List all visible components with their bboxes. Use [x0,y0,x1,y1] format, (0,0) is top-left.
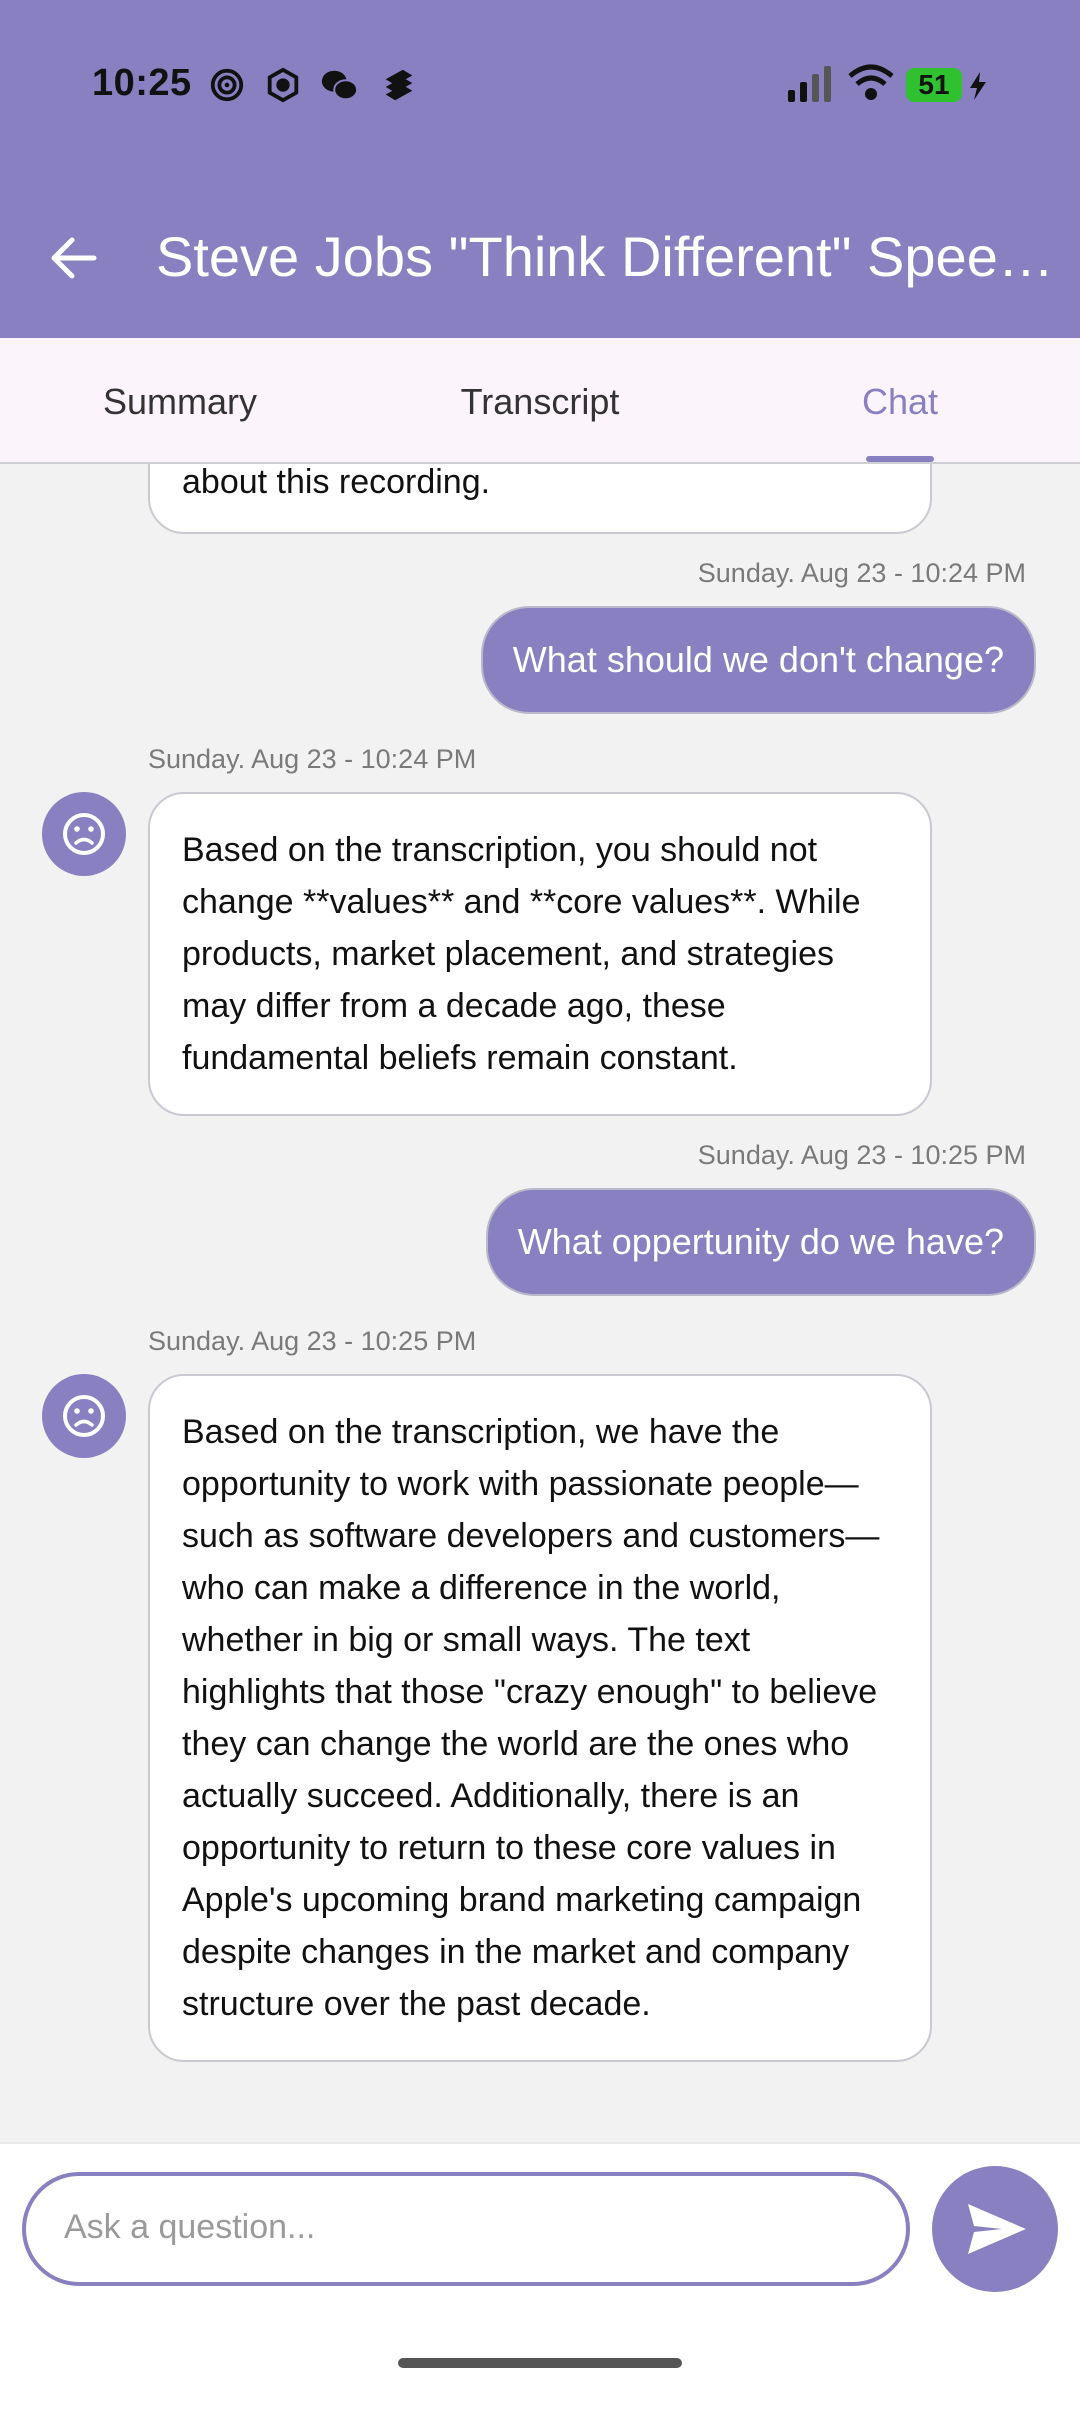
message-timestamp: Sunday. Aug 23 - 10:24 PM [148,744,477,774]
status-time: 10:25 [92,62,192,104]
ai-message-bubble: Based on the transcription, you should n… [148,792,932,1116]
chat-list[interactable]: about this recording. Sunday. Aug 23 - 1… [0,464,1080,2142]
tab-transcript[interactable]: Transcript [360,338,720,462]
back-arrow-icon[interactable] [46,230,102,286]
ai-message-text: about this recording. [182,464,491,501]
ai-message-bubble: about this recording. [148,464,932,534]
user-message-bubble: What should we don't change? [480,606,1036,714]
tab-indicator [866,456,934,462]
hotspot-icon [210,68,244,102]
wechat-icon [321,70,358,101]
user-message-text: What should we don't change? [512,639,1004,680]
message-timestamp: Sunday. Aug 23 - 10:25 PM [697,1140,1026,1170]
message-timestamp: Sunday. Aug 23 - 10:24 PM [697,558,1026,588]
ai-message-bubble: Based on the transcription, we have the … [148,1374,932,2062]
camera-icon [267,67,299,103]
sad-face-icon [63,1395,105,1437]
assistant-avatar [42,1374,126,1458]
status-bar: 10:25 51 [0,0,1080,170]
battery-level: 51 [918,69,950,100]
sad-face-icon [63,813,105,855]
page-title: Steve Jobs "Think Different" Spee… [156,225,1054,288]
stack-icon [385,69,413,101]
signal-icon [788,66,831,102]
send-button[interactable] [932,2166,1058,2292]
tab-chat[interactable]: Chat [720,338,1080,462]
send-icon [968,2204,1026,2254]
question-input[interactable] [62,2176,866,2278]
question-input-container[interactable] [22,2172,910,2286]
ai-message-text: Based on the transcription, we have the … [182,1413,880,2023]
ai-message-text: Based on the transcription, you should n… [182,831,861,1077]
user-message-text: What oppertunity do we have? [517,1221,1004,1262]
user-message-bubble: What oppertunity do we have? [485,1188,1036,1296]
message-timestamp: Sunday. Aug 23 - 10:25 PM [148,1326,477,1356]
tab-summary[interactable]: Summary [0,338,360,462]
charging-icon [970,72,986,100]
assistant-avatar [42,792,126,876]
battery-icon: 51 [906,68,962,102]
home-indicator[interactable] [398,2358,682,2368]
wifi-icon [848,64,894,100]
tab-bar: Summary Transcript Chat [0,338,1080,464]
